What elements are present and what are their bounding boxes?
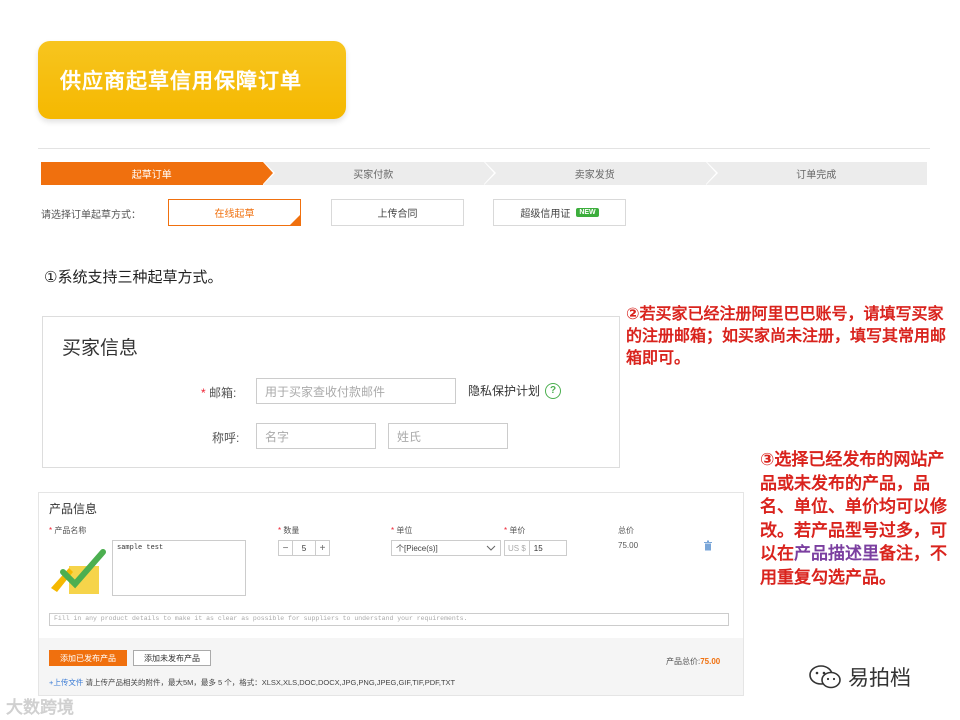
annotation-highlight: 产品描述里 — [794, 544, 879, 563]
watermark-right: 易拍档 — [808, 662, 911, 692]
last-name-placeholder: 姓氏 — [397, 429, 422, 444]
col-unit: * 单位 — [391, 526, 413, 535]
decrement-button[interactable]: − — [278, 540, 293, 556]
product-details-field[interactable]: Fill in any product details to make it a… — [49, 613, 729, 626]
product-thumbnail-image — [51, 549, 106, 594]
quantity-stepper[interactable]: − 5 + — [278, 540, 330, 556]
order-progress-steps: 起草订单 买家付款 卖家发货 订单完成 — [41, 161, 927, 185]
online-draft-button[interactable]: 在线起草 — [168, 199, 301, 226]
chevron-down-icon — [486, 545, 496, 551]
product-name-field[interactable]: sample test — [112, 540, 246, 596]
currency-label: US $ — [505, 541, 530, 555]
add-unpublished-product-button[interactable]: 添加未发布产品 — [133, 650, 211, 666]
product-info-title: 产品信息 — [49, 502, 98, 516]
col-price: * 单价 — [504, 526, 526, 535]
name-label: 称呼: — [212, 431, 240, 445]
email-label-text: 邮箱: — [209, 386, 237, 400]
watermark-text: 大数跨境 — [6, 698, 74, 717]
quantity-value[interactable]: 5 — [293, 540, 315, 556]
selected-check-icon — [290, 215, 300, 225]
watermark-left: 大数跨境 — [6, 693, 74, 718]
unit-select[interactable]: 个[Piece(s)] — [391, 540, 501, 556]
note-three-methods: ①系统支持三种起草方式。 — [44, 269, 223, 286]
buyer-info-title: 买家信息 — [62, 338, 139, 359]
unit-value: 个[Piece(s)] — [396, 543, 438, 553]
upload-contract-button[interactable]: 上传合同 — [331, 199, 464, 226]
first-name-field[interactable]: 名字 — [256, 423, 376, 449]
page-title-banner: 供应商起草信用保障订单 — [38, 41, 346, 119]
privacy-label: 隐私保护计划 — [468, 384, 541, 398]
product-grand-total: 产品总价:75.00 — [666, 657, 721, 666]
first-name-placeholder: 名字 — [265, 429, 290, 444]
step-draft-order: 起草订单 — [41, 161, 275, 185]
button-label: 在线起草 — [214, 209, 255, 220]
trash-icon[interactable] — [703, 540, 713, 551]
step-label: 卖家发货 — [574, 170, 615, 181]
wechat-icon — [809, 665, 841, 689]
divider — [38, 148, 930, 149]
upload-file-link[interactable]: +上传文件 — [49, 678, 83, 687]
email-placeholder: 用于买家查收付款邮件 — [265, 384, 386, 399]
step-label: 起草订单 — [131, 170, 172, 181]
price-value: 15 — [533, 543, 543, 553]
col-product-name: * 产品名称 — [49, 526, 87, 535]
annotation-product-selection: ③选择已经发布的网站产品或未发布的产品，品名、单位、单价均可以修改。若产品型号过… — [760, 448, 950, 589]
help-icon[interactable]: ? — [545, 382, 562, 399]
last-name-field[interactable]: 姓氏 — [388, 423, 508, 449]
step-label: 买家付款 — [353, 170, 394, 181]
row-total: 75.00 — [618, 541, 639, 550]
annotation-buyer-email: ②若买家已经注册阿里巴巴账号，请填写买家的注册邮箱；如买家尚未注册，填写其常用邮… — [626, 306, 947, 367]
email-label: * 邮箱: — [201, 384, 236, 401]
required-mark: * — [201, 386, 206, 400]
new-badge: NEW — [576, 208, 599, 217]
privacy-plan-link[interactable]: 隐私保护计划 ? — [468, 382, 562, 399]
step-seller-shipping: 卖家发货 — [484, 161, 718, 185]
upload-row: +上传文件 请上传产品相关的附件，最大5M，最多 5 个，格式：XLSX,XLS… — [49, 677, 455, 688]
button-label: 超级信用证 — [520, 209, 571, 220]
step-order-complete: 订单完成 — [705, 162, 927, 185]
add-published-product-button[interactable]: 添加已发布产品 — [49, 650, 127, 666]
watermark-text: 易拍档 — [848, 667, 911, 690]
step-buyer-payment: 买家付款 — [262, 161, 496, 185]
button-label: 上传合同 — [377, 209, 418, 220]
col-quantity: * 数量 — [278, 526, 300, 535]
draft-method-label: 请选择订单起草方式： — [41, 210, 141, 221]
email-field[interactable]: 用于买家查收付款邮件 — [256, 378, 456, 404]
page-title: 供应商起草信用保障订单 — [60, 70, 302, 93]
step-label: 订单完成 — [796, 170, 837, 181]
upload-hint: 请上传产品相关的附件，最大5M，最多 5 个，格式：XLSX,XLS,DOC,D… — [85, 678, 456, 687]
col-total: 总价 — [618, 526, 634, 535]
unit-price-field[interactable]: US $ 15 — [504, 540, 567, 556]
super-credit-letter-button[interactable]: 超级信用证 NEW — [493, 199, 626, 226]
increment-button[interactable]: + — [315, 540, 330, 556]
